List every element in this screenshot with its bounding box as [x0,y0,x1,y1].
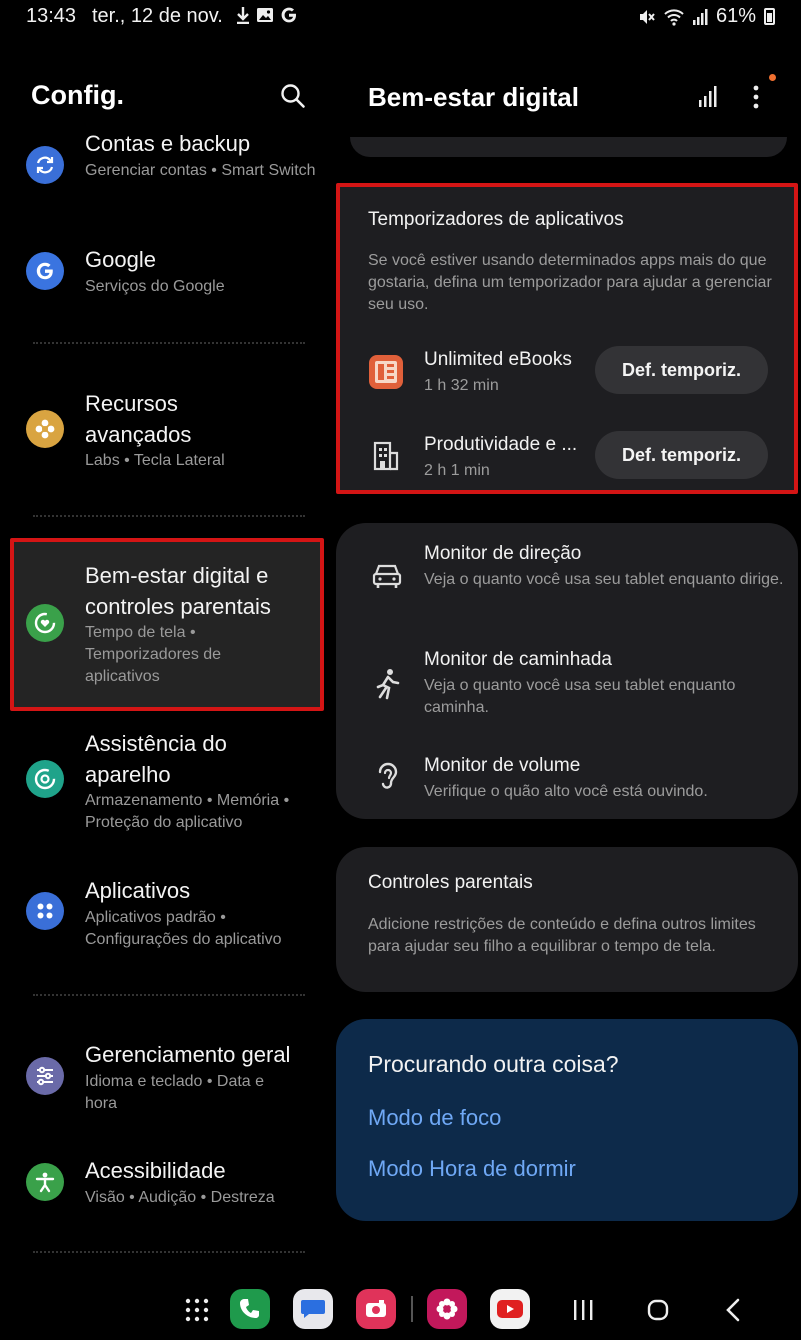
back-icon[interactable] [722,1298,746,1322]
taskbar-separator [411,1296,413,1322]
settings-item-subtitle: Aplicativos padrão • Configurações do ap… [85,909,282,948]
settings-item-advanced-features[interactable]: Recursos avançados Labs • Tecla Lateral [10,385,324,480]
car-icon [372,564,402,588]
settings-item-title: Aplicativos [85,878,191,903]
monitors-card: Monitor de direção Veja o quanto você us… [336,523,798,819]
divider [33,1251,305,1253]
settings-item-subtitle: Serviços do Google [85,278,225,295]
mute-icon [639,9,655,24]
app-usage-time: 1 h 32 min [424,377,499,394]
google-g-icon [36,262,53,280]
app-name: Unlimited eBooks [424,349,572,370]
lookup-title: Procurando outra coisa? [368,1051,619,1077]
home-icon[interactable] [646,1298,670,1322]
settings-item-subtitle: Idioma e teclado • Data e hora [85,1073,265,1112]
status-right: 61% [638,5,775,28]
app-timers-desc: Se você estiver usando determinados apps… [368,252,772,313]
signal-icon [692,8,708,25]
image-icon [257,8,273,22]
gallery-icon[interactable] [427,1289,467,1329]
search-icon[interactable] [279,82,307,110]
monitor-name: Monitor de caminhada [424,649,612,670]
settings-item-title: Recursos avançados [85,391,192,447]
settings-item-title: Bem-estar digital e controles parentais [85,563,271,619]
download-icon [237,7,249,24]
taskbar [0,1280,801,1340]
google-icon [281,7,296,23]
parental-controls-title: Controles parentais [368,872,533,893]
walking-icon [376,669,400,700]
app-name: Produtividade e ... [424,434,578,455]
focus-mode-link[interactable]: Modo de foco [368,1105,501,1131]
parental-controls-card[interactable]: Controles parentais Adicione restrições … [336,847,798,992]
settings-title: Config. [31,80,124,110]
apps-grid-icon [37,903,53,919]
set-timer-button[interactable]: Def. temporiz. [595,346,768,394]
settings-item-title: Contas e backup [85,131,251,156]
settings-item-apps[interactable]: Aplicativos Aplicativos padrão • Configu… [10,875,324,955]
notification-dot [769,74,776,81]
settings-item-subtitle: Labs • Tecla Lateral [85,452,225,469]
set-timer-button[interactable]: Def. temporiz. [595,431,768,479]
settings-item-title: Acessibilidade [85,1158,226,1183]
monitor-desc: Veja o quanto você usa seu tablet enquan… [424,677,736,716]
settings-item-title: Google [85,247,156,272]
wifi-icon [664,8,684,26]
settings-item-general-management[interactable]: Gerenciamento geral Idioma e teclado • D… [10,1038,324,1118]
page-title: Bem-estar digital [368,82,579,112]
settings-item-google[interactable]: Google Serviços do Google [10,240,324,310]
chart-bars-icon[interactable] [697,84,721,108]
monitor-desc: Verifique o quão alto você está ouvindo. [424,783,708,800]
monitor-name: Monitor de direção [424,543,582,564]
building-icon [373,441,399,471]
apps-drawer-icon[interactable] [184,1297,210,1323]
parental-controls-desc: Adicione restrições de conteúdo e defina… [368,916,756,955]
card-edge [350,137,787,157]
settings-item-accessibility[interactable]: Acessibilidade Visão • Audição • Destrez… [10,1154,324,1214]
youtube-icon[interactable] [490,1289,530,1329]
phone-icon[interactable] [230,1289,270,1329]
divider [33,994,305,996]
status-date: ter., 12 de nov. [92,5,223,27]
monitor-name: Monitor de volume [424,755,581,776]
heart-ring-icon [34,612,56,634]
battery-percent: 61% [715,5,756,27]
accessibility-icon [35,1172,55,1193]
battery-icon [764,8,775,25]
more-options-icon[interactable] [748,84,764,110]
ebook-app-icon [369,355,403,389]
settings-item-device-care[interactable]: Assistência do aparelho Armazenamento • … [10,728,324,838]
gear-flower-icon [35,419,55,439]
bedtime-mode-link[interactable]: Modo Hora de dormir [368,1156,576,1182]
settings-item-subtitle: Armazenamento • Memória • Proteção do ap… [85,792,290,831]
settings-item-title: Assistência do aparelho [85,731,227,787]
camera-icon[interactable] [356,1289,396,1329]
looking-for-something-else-card: Procurando outra coisa? Modo de foco Mod… [336,1019,798,1221]
recents-icon[interactable] [571,1298,595,1322]
messages-icon[interactable] [293,1289,333,1329]
settings-item-subtitle: Tempo de tela • Temporizadores de aplica… [85,624,222,685]
settings-item-subtitle: Visão • Audição • Destreza [85,1189,275,1206]
settings-item-title: Gerenciamento geral [85,1042,291,1067]
app-timers-card: Temporizadores de aplicativos Se você es… [336,183,798,494]
care-ring-icon [34,768,56,790]
settings-item-accounts[interactable]: Contas e backup Gerenciar contas • Smart… [10,128,324,208]
sync-icon [36,156,54,174]
notification-icons [236,6,298,24]
divider [33,515,305,517]
settings-item-subtitle: Gerenciar contas • Smart Switch [85,162,316,179]
status-time: 13:43 [26,5,77,27]
settings-item-digital-wellbeing[interactable]: Bem-estar digital e controles parentais … [10,560,324,690]
monitor-desc: Veja o quanto você usa seu tablet enquan… [424,571,784,588]
app-usage-time: 2 h 1 min [424,462,490,479]
sliders-icon [37,1066,53,1086]
divider [33,342,305,344]
status-bar: 13:43 ter., 12 de nov. 61% [0,0,801,34]
ear-icon [378,762,398,789]
app-timers-title: Temporizadores de aplicativos [368,209,624,230]
